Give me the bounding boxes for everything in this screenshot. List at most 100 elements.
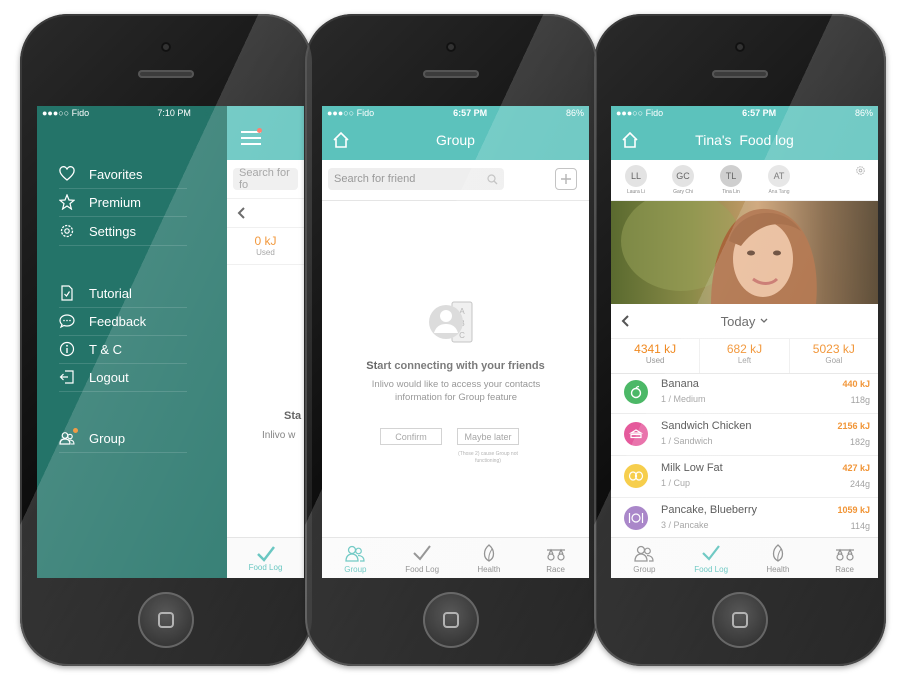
behind-search-input[interactable]: Search for fo bbox=[233, 167, 298, 191]
stat-label: Goal bbox=[825, 356, 843, 365]
front-camera bbox=[446, 42, 456, 52]
food-row[interactable]: Milk Low Fat 1 / Cup 427 kJ 244g bbox=[611, 455, 878, 498]
behind-header bbox=[227, 106, 304, 160]
tab-bar: Group Food Log Health Race bbox=[322, 537, 589, 578]
menu-item-logout[interactable]: Logout bbox=[59, 363, 187, 392]
food-row[interactable]: Pancake, Blueberry 3 / Pancake 1059 kJ 1… bbox=[611, 497, 878, 540]
menu-item-feedback[interactable]: Feedback bbox=[59, 307, 187, 336]
day-label[interactable]: Today bbox=[721, 314, 756, 329]
menu-item-tutorial[interactable]: Tutorial bbox=[59, 279, 187, 308]
info-icon bbox=[59, 341, 75, 357]
tab-food-log[interactable]: Food Log bbox=[389, 538, 456, 578]
group-users-icon bbox=[634, 545, 654, 562]
food-kj: 1059 kJ bbox=[837, 505, 870, 515]
menu-item-settings[interactable]: Settings bbox=[59, 217, 187, 246]
menu-item-label: Group bbox=[89, 430, 126, 446]
menu-item-label: Tutorial bbox=[89, 285, 132, 301]
chevron-left-icon[interactable] bbox=[237, 207, 245, 219]
gear-icon[interactable] bbox=[855, 165, 866, 176]
phone-menu: Search for fo 0 kJ Used Sta Inlivo w Foo… bbox=[20, 14, 312, 666]
tab-health[interactable]: Health bbox=[745, 538, 812, 578]
search-row: Search for friend bbox=[322, 160, 589, 201]
tab-label: Food Log bbox=[694, 564, 729, 574]
clock-label: 6:57 PM bbox=[742, 108, 777, 118]
food-name: Sandwich Chicken bbox=[661, 420, 752, 432]
behind-tab-foodlog[interactable]: Food Log bbox=[227, 537, 304, 578]
main-screen-behind-menu: Search for fo 0 kJ Used Sta Inlivo w Foo… bbox=[227, 106, 304, 578]
tab-label: Health bbox=[766, 564, 790, 574]
menu-item-favorites[interactable]: Favorites bbox=[59, 160, 187, 189]
friend-name: Gary Chi bbox=[673, 189, 693, 195]
tab-group[interactable]: Group bbox=[611, 538, 678, 578]
tab-label: Race bbox=[835, 564, 854, 574]
food-row[interactable]: Sandwich Chicken 1 / Sandwich 2156 kJ 18… bbox=[611, 413, 878, 456]
tab-health[interactable]: Health bbox=[456, 538, 523, 578]
tab-race[interactable]: Race bbox=[522, 538, 589, 578]
apple-icon bbox=[624, 380, 648, 404]
page-title: Group bbox=[436, 132, 475, 148]
tab-group[interactable]: Group bbox=[322, 538, 389, 578]
friend-avatar[interactable]: GC Gary Chi bbox=[671, 165, 695, 195]
tab-food-log[interactable]: Food Log bbox=[678, 538, 745, 578]
friend-avatar[interactable]: LL Laura Li bbox=[624, 165, 648, 195]
page-title: Tina's Food log bbox=[695, 132, 794, 148]
maybe-later-button[interactable]: Maybe later bbox=[457, 428, 519, 445]
avatar: TL bbox=[720, 165, 742, 187]
food-grams: 118g bbox=[850, 395, 870, 405]
plus-icon bbox=[561, 174, 571, 184]
group-users-icon bbox=[59, 432, 75, 445]
behind-date-row bbox=[227, 199, 304, 228]
menu-item-group[interactable]: Group bbox=[59, 424, 187, 453]
phone-group: ●●●○○ Fido 6:57 PM 86% Group Search for … bbox=[305, 14, 597, 666]
battery-label: 51% bbox=[203, 108, 222, 118]
friend-search-input[interactable]: Search for friend bbox=[328, 168, 504, 190]
battery-label: 86% bbox=[565, 108, 584, 118]
developer-note: (Those 2) cause Group not functioning) bbox=[458, 451, 518, 464]
food-row[interactable]: Banana 1 / Medium 440 kJ 118g bbox=[611, 371, 878, 414]
kj-used-value: 0 kJ bbox=[254, 234, 277, 248]
portrait-illustration bbox=[621, 201, 817, 304]
food-kj: 440 kJ bbox=[842, 379, 870, 389]
friend-name: Ana Tang bbox=[768, 189, 790, 195]
nav-bar: Tina's Food log bbox=[611, 120, 878, 160]
food-kj: 2156 kJ bbox=[837, 421, 870, 431]
search-icon bbox=[487, 173, 498, 184]
front-camera bbox=[161, 42, 171, 52]
carrier-label: ●●●○○ Fido bbox=[327, 108, 375, 118]
logout-icon bbox=[59, 370, 74, 384]
sandwich-icon bbox=[624, 422, 648, 446]
house-icon[interactable] bbox=[621, 131, 639, 149]
status-bar: ●●●○○ Fido 6:57 PM 86% bbox=[611, 106, 878, 120]
stat-label: Used bbox=[645, 356, 665, 365]
chevron-left-icon[interactable] bbox=[621, 315, 629, 327]
home-button[interactable] bbox=[138, 592, 194, 648]
tab-bar: Group Food Log Health Race bbox=[611, 537, 878, 578]
food-name: Milk Low Fat bbox=[661, 462, 723, 474]
menu-item-terms[interactable]: T & C bbox=[59, 335, 187, 364]
home-button[interactable] bbox=[423, 592, 479, 648]
confirm-button[interactable]: Confirm bbox=[380, 428, 442, 445]
home-button[interactable] bbox=[712, 592, 768, 648]
food-name: Pancake, Blueberry bbox=[661, 504, 757, 516]
food-quantity: 1 / Cup bbox=[661, 478, 691, 488]
menu-item-premium[interactable]: Premium bbox=[59, 188, 187, 217]
friend-name: Laura Li bbox=[626, 189, 646, 195]
kj-goal: 5023 kJ Goal bbox=[790, 339, 878, 373]
friend-avatar-selected[interactable]: TL Tina Lin bbox=[719, 165, 743, 195]
tab-race[interactable]: Race bbox=[811, 538, 878, 578]
food-grams: 182g bbox=[849, 437, 870, 447]
svg-text:C: C bbox=[459, 331, 465, 340]
document-check-icon bbox=[61, 285, 73, 301]
clock-label: 7:10 PM bbox=[157, 108, 191, 118]
house-icon[interactable] bbox=[332, 131, 350, 149]
add-friend-button[interactable] bbox=[555, 168, 577, 190]
friend-avatar[interactable]: AT Ana Tang bbox=[767, 165, 791, 195]
menu-item-label: T & C bbox=[89, 341, 122, 357]
behind-search-area: Search for fo bbox=[227, 160, 304, 199]
leaf-icon bbox=[772, 543, 784, 562]
menu-item-label: Settings bbox=[89, 223, 136, 239]
notification-dot bbox=[257, 128, 262, 133]
friend-name: Tina Lin bbox=[722, 189, 740, 195]
menu-item-label: Feedback bbox=[89, 313, 147, 329]
contacts-illustration: ABC bbox=[428, 300, 474, 346]
